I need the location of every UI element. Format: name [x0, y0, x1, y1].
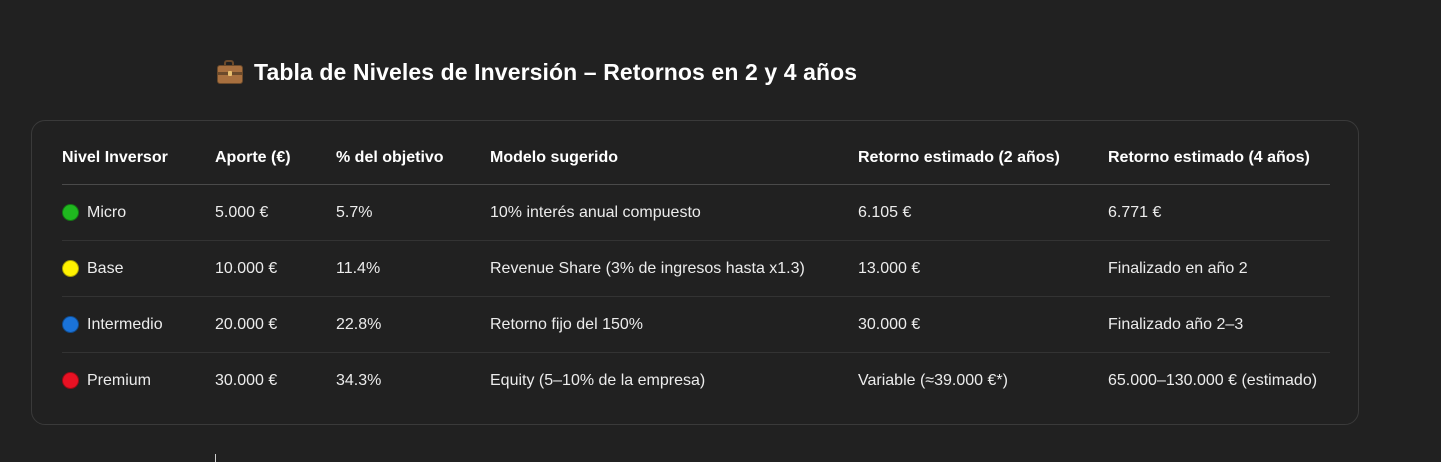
text-cursor: [215, 454, 216, 462]
level-cell: Intermedio: [62, 316, 215, 334]
green-circle-icon: [62, 204, 79, 221]
percent-cell: 22.8%: [336, 296, 490, 353]
investment-table-card: Nivel Inversor Aporte (€) % del objetivo…: [31, 120, 1359, 425]
percent-cell: 11.4%: [336, 240, 490, 297]
table-row: Base 10.000 € 11.4% Revenue Share (3% de…: [62, 240, 1330, 297]
yellow-circle-icon: [62, 260, 79, 277]
level-cell: Base: [62, 260, 215, 278]
header-nivel-inversor: Nivel Inversor: [62, 131, 215, 185]
briefcase-icon: [216, 60, 244, 84]
heading-title: Tabla de Niveles de Inversión – Retornos…: [254, 58, 858, 85]
red-circle-icon: [62, 372, 79, 389]
retorno-4-cell: 65.000–130.000 € (estimado): [1108, 371, 1318, 389]
header-retorno-2-anos: Retorno estimado (2 años): [858, 131, 1108, 185]
aporte-cell: 5.000 €: [215, 184, 336, 241]
aporte-cell: 20.000 €: [215, 296, 336, 353]
modelo-cell: 10% interés anual compuesto: [490, 184, 858, 241]
retorno-4-cell: 6.771 €: [1108, 184, 1330, 241]
table-row: Micro 5.000 € 5.7% 10% interés anual com…: [62, 184, 1330, 241]
table-header-row: Nivel Inversor Aporte (€) % del objetivo…: [62, 131, 1330, 185]
retorno-2-cell: Variable (≈39.000 €*): [858, 371, 1008, 389]
aporte-cell: 30.000 €: [215, 371, 278, 389]
level-label: Premium: [87, 371, 152, 389]
percent-cell: 5.7%: [336, 184, 490, 241]
level-label: Base: [87, 259, 124, 277]
table-row: Premium 30.000 € 34.3% Equity (5–10% de …: [62, 353, 1330, 409]
aporte-cell: 10.000 €: [215, 240, 336, 297]
retorno-2-cell: 6.105 €: [858, 184, 1108, 241]
level-cell: Micro: [62, 204, 215, 222]
level-label: Intermedio: [87, 315, 163, 333]
retorno-4-cell: Finalizado en año 2: [1108, 240, 1330, 297]
section-heading: Tabla de Niveles de Inversión – Retornos…: [216, 55, 857, 89]
modelo-cell: Retorno fijo del 150%: [490, 296, 858, 353]
modelo-cell: Revenue Share (3% de ingresos hasta x1.3…: [490, 240, 858, 297]
header-percent-objetivo: % del objetivo: [336, 131, 490, 185]
modelo-cell: Equity (5–10% de la empresa): [490, 371, 706, 389]
header-retorno-4-anos: Retorno estimado (4 años): [1108, 131, 1330, 185]
blue-circle-icon: [62, 316, 79, 333]
retorno-4-cell: Finalizado año 2–3: [1108, 296, 1330, 353]
percent-cell: 34.3%: [336, 371, 382, 389]
level-label: Micro: [87, 203, 127, 221]
header-aporte: Aporte (€): [215, 131, 336, 185]
chat-page: Tabla de Niveles de Inversión – Retornos…: [0, 0, 1441, 462]
level-cell: Premium: [62, 372, 215, 390]
header-modelo-sugerido: Modelo sugerido: [490, 131, 858, 185]
table-row: Intermedio 20.000 € 22.8% Retorno fijo d…: [62, 296, 1330, 353]
retorno-2-cell: 13.000 €: [858, 240, 1108, 297]
investment-levels-table: Nivel Inversor Aporte (€) % del objetivo…: [62, 131, 1330, 408]
retorno-2-cell: 30.000 €: [858, 296, 1108, 353]
